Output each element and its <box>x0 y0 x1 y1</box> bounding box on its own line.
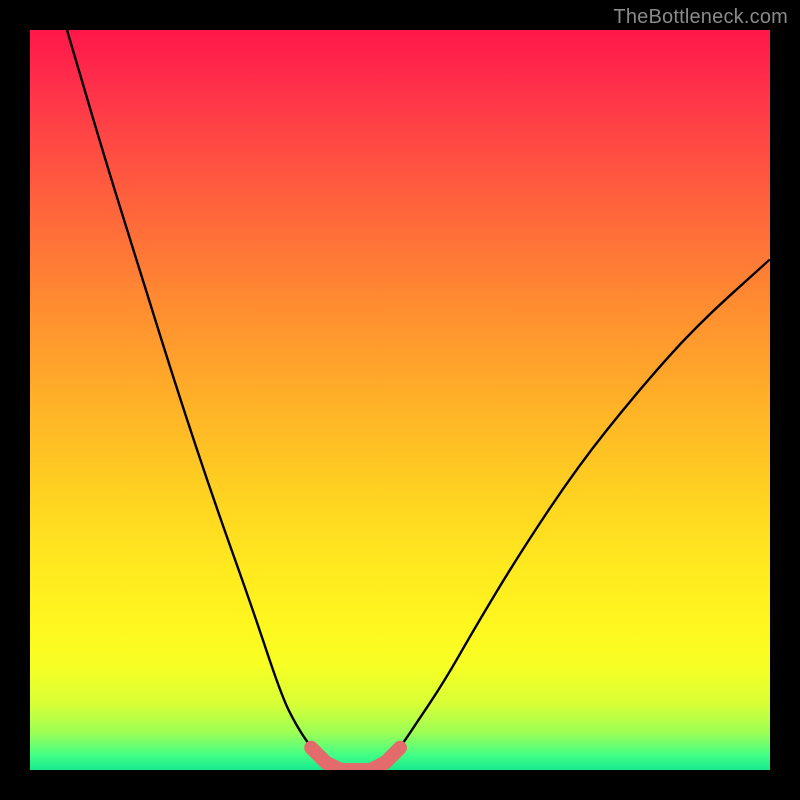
curve-layer <box>30 30 770 770</box>
left-curve <box>67 30 326 763</box>
right-curve <box>385 259 770 762</box>
watermark-text: TheBottleneck.com <box>613 6 788 29</box>
chart-frame: TheBottleneck.com <box>0 0 800 800</box>
plot-area <box>30 30 770 770</box>
valley-highlight <box>311 748 400 770</box>
